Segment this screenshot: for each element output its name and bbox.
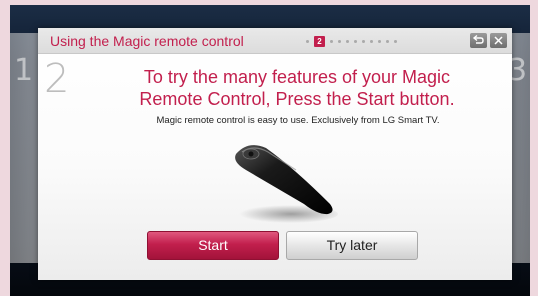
back-button[interactable] xyxy=(470,33,487,48)
tv-frame: 1 3 Using the Magic remote control 2 2 T… xyxy=(0,0,538,296)
subtext: Magic remote control is easy to use. Exc… xyxy=(156,115,440,126)
dialog-title: Using the Magic remote control xyxy=(50,33,244,49)
page-dot[interactable] xyxy=(386,39,389,43)
start-button[interactable]: Start xyxy=(147,231,279,260)
page-dot[interactable] xyxy=(346,39,349,43)
page-dot[interactable] xyxy=(330,39,333,43)
page-dot[interactable] xyxy=(378,39,381,43)
magic-remote-image xyxy=(234,145,338,223)
close-button[interactable] xyxy=(490,33,507,48)
page-dot[interactable] xyxy=(370,39,373,43)
tv-screen: 1 3 Using the Magic remote control 2 2 T… xyxy=(10,5,530,296)
headline-line-2: Remote Control, Press the Start button. xyxy=(139,89,455,109)
step-number: 2 xyxy=(44,56,70,102)
page-dot[interactable] xyxy=(394,39,397,43)
page-dot[interactable] xyxy=(362,39,365,43)
page-dot[interactable] xyxy=(354,39,357,43)
tutorial-dialog: Using the Magic remote control 2 2 To tr… xyxy=(38,28,512,280)
close-icon xyxy=(494,36,503,45)
back-arrow-icon xyxy=(472,34,484,44)
previous-page-number: 1 xyxy=(14,53,34,88)
try-later-button[interactable]: Try later xyxy=(286,231,418,260)
page-indicator: 2 xyxy=(306,35,397,47)
page-dot[interactable] xyxy=(306,39,309,43)
page-dot[interactable] xyxy=(338,39,341,43)
headline-line-1: To try the many features of your Magic xyxy=(143,67,451,87)
headline: To try the many features of your Magic R… xyxy=(112,66,482,110)
current-page-indicator: 2 xyxy=(314,35,325,47)
dialog-header: Using the Magic remote control 2 xyxy=(38,28,512,54)
